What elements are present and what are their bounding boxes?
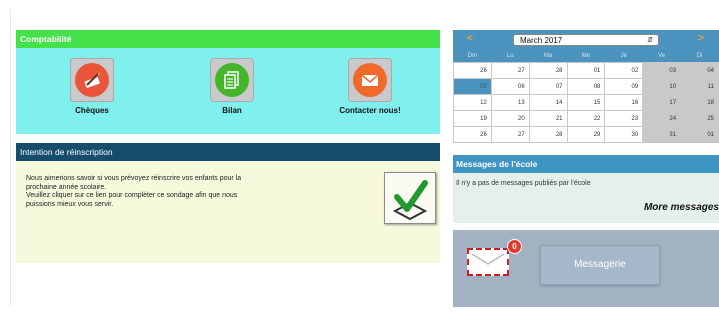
weekday-header: Ve [658,53,666,59]
weekday-header: Me [581,53,591,59]
calendar-day[interactable]: 10 [642,78,682,95]
envelope-icon [472,253,504,265]
calendar-day[interactable]: 18 [680,94,719,111]
calendar-grid: Dm Lu Ma Me Je Ve Di 26 27 28 01 02 03 0… [453,50,719,143]
calendar-day[interactable]: 26 [453,62,492,79]
prev-month-icon[interactable]: < [467,33,473,44]
messagerie-button[interactable]: Messagerie [540,245,660,285]
calendar-week: 26 27 28 01 02 03 04 [453,62,719,79]
bilan-label: Bilan [222,106,242,115]
comptabilite-panel: Comptabilité Chèques Bilan Contacter nou… [16,30,440,134]
messagerie-panel: 0 Messagerie [453,230,719,307]
next-month-icon[interactable]: > [698,33,704,44]
school-messages-header: Messages de l'école [453,155,719,173]
weekday-header: Di [696,53,703,59]
calendar-day[interactable]: 26 [453,126,492,143]
calendar-day[interactable]: 16 [604,94,644,111]
calendar-nav: < March 2017 ⇵ > [453,30,719,50]
reinscription-line: prochaine année scolaire. [26,183,107,191]
cheques-label: Chèques [75,106,109,115]
reinscription-text[interactable]: Nous aimerions savoir si vous prévoyez r… [26,175,356,209]
reinscription-panel: Intention de réinscription Nous aimerion… [16,143,440,263]
mail-envelope-icon[interactable] [467,248,509,276]
more-messages-link[interactable]: More messages [644,202,719,213]
calendar-day[interactable]: 08 [566,78,606,95]
contact-label: Contacter nous! [339,106,401,115]
calendar-day[interactable]: 28 [528,62,568,79]
contact-button[interactable] [348,58,392,102]
calendar-week: 26 27 28 29 30 31 01 [453,126,719,143]
calendar-day[interactable]: 13 [490,94,530,111]
calendar-day[interactable]: 02 [604,62,644,79]
cheques-tile[interactable]: Chèques [52,58,132,115]
calendar-day[interactable]: 03 [642,62,682,79]
calendar-day[interactable]: 19 [453,110,492,127]
calendar-day[interactable]: 01 [566,62,606,79]
calendar-day[interactable]: 21 [528,110,568,127]
calendar-week: 12 13 14 15 16 17 18 [453,94,719,111]
calendar-day[interactable]: 27 [490,62,530,79]
calendar-day[interactable]: 27 [490,126,530,143]
survey-checkbox-button[interactable] [384,172,436,224]
unread-count-badge: 0 [507,239,522,254]
calendar-day[interactable]: 15 [566,94,606,111]
envelope-icon [361,74,379,86]
calendar-day[interactable]: 22 [566,110,606,127]
calendar-day[interactable]: 17 [642,94,682,111]
month-select[interactable]: March 2017 ⇵ [513,34,659,46]
calendar-day[interactable]: 12 [453,94,492,111]
reinscription-line: puissions mieux vous servir. [26,200,114,208]
cheques-button[interactable] [70,58,114,102]
reinscription-header: Intention de réinscription [16,143,440,161]
left-divider [10,10,11,306]
calendar-day[interactable]: 04 [680,62,719,79]
calendar-day[interactable]: 07 [528,78,568,95]
calendar-day[interactable]: 23 [604,110,644,127]
no-messages-text: Il n'y a pas de messages publiés par l'é… [456,180,591,187]
bilan-button[interactable] [210,58,254,102]
calendar-day[interactable]: 31 [642,126,682,143]
weekday-header: Je [620,53,627,59]
calendar-day[interactable]: 30 [604,126,644,143]
checkmark-icon [392,180,428,221]
reinscription-line: Veuillez cliquer sur ce lien pour complé… [26,192,238,199]
weekday-header: Ma [543,53,553,59]
calendar-day[interactable]: 25 [680,110,719,127]
calendar-day-today[interactable]: 05 [453,78,492,95]
calendar-day[interactable]: 28 [528,126,568,143]
comptabilite-header: Comptabilité [16,30,440,48]
document-icon [224,71,239,89]
reinscription-line: Nous aimerions savoir si vous prévoyez r… [26,175,242,182]
weekday-header: Dm [467,53,478,59]
select-caret-icon: ⇵ [647,37,653,44]
calendar-day[interactable]: 14 [528,94,568,111]
contact-tile[interactable]: Contacter nous! [330,58,410,115]
calendar-day[interactable]: 01 [680,126,719,143]
weekday-header: Lu [506,53,514,59]
pen-check-icon [84,72,100,89]
calendar-day[interactable]: 09 [604,78,644,95]
calendar-week: 19 20 21 22 23 24 25 [453,110,719,127]
bilan-tile[interactable]: Bilan [192,58,272,115]
calendar-day[interactable]: 24 [642,110,682,127]
calendar-week: 05 06 07 08 09 10 11 [453,78,719,95]
calendar-day[interactable]: 11 [680,78,719,95]
school-messages-panel: Messages de l'école Il n'y a pas de mess… [453,155,719,223]
calendar-day[interactable]: 29 [566,126,606,143]
calendar-widget: < March 2017 ⇵ > Dm Lu Ma Me Je Ve Di 26… [453,30,719,143]
calendar-day[interactable]: 06 [490,78,530,95]
calendar-day[interactable]: 20 [490,110,530,127]
month-select-value: March 2017 [520,36,563,45]
